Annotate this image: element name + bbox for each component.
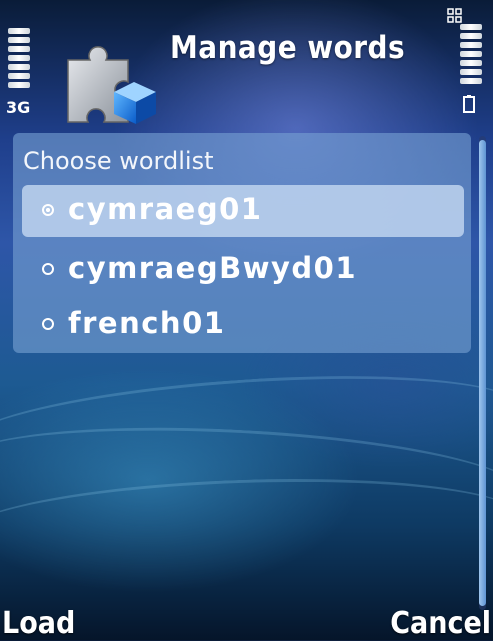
wordlist-option-cymraegbwyd01[interactable]: cymraegBwyd01 bbox=[22, 244, 464, 296]
wordlist-option-label: cymraegBwyd01 bbox=[68, 251, 358, 285]
radio-selected-icon bbox=[42, 204, 54, 216]
puzzle-piece-icon bbox=[67, 46, 156, 124]
network-type-label: 3G bbox=[6, 98, 31, 117]
wordlist-heading: Choose wordlist bbox=[23, 147, 214, 175]
page-title: Manage words bbox=[170, 30, 406, 66]
signal-strength-icon bbox=[8, 28, 30, 91]
radio-unselected-icon bbox=[42, 263, 54, 275]
cancel-softkey[interactable]: Cancel bbox=[390, 606, 491, 641]
wordlist-option-label: cymraeg01 bbox=[68, 192, 263, 226]
wordlist-panel: Choose wordlist cymraeg01 cymraegBwyd01 … bbox=[13, 133, 471, 353]
load-softkey[interactable]: Load bbox=[2, 606, 75, 641]
wordlist-option-cymraeg01[interactable]: cymraeg01 bbox=[22, 185, 464, 237]
battery-icon bbox=[463, 95, 475, 113]
scrollbar[interactable] bbox=[479, 136, 486, 610]
scrollbar-thumb[interactable] bbox=[479, 140, 486, 606]
radio-unselected-icon bbox=[42, 318, 54, 330]
battery-level-icon bbox=[460, 24, 482, 87]
wordlist-option-french01[interactable]: french01 bbox=[22, 299, 464, 351]
app-grid-icon bbox=[447, 8, 462, 23]
wordlist-option-label: french01 bbox=[68, 306, 226, 340]
